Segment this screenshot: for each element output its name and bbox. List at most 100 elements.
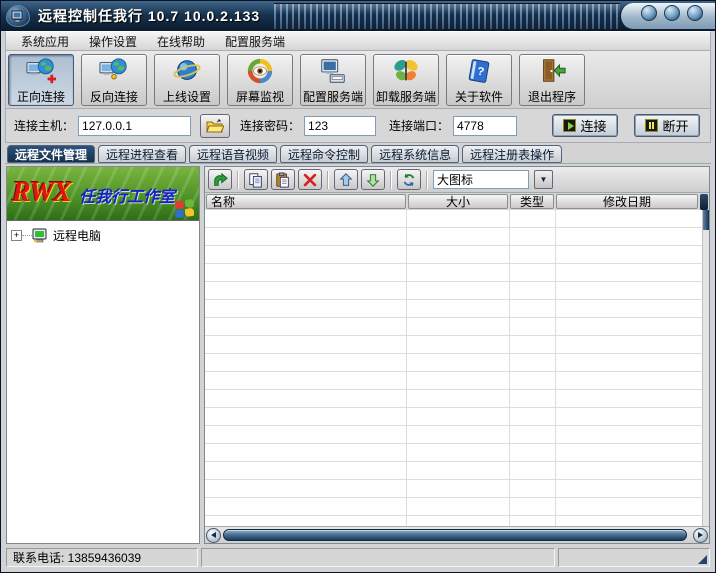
globe-ring-icon: [172, 55, 202, 87]
config-server-button[interactable]: 配置服务端: [300, 54, 366, 106]
caption-buttons: [620, 3, 715, 29]
toolbar-button-label: 屏幕监视: [236, 88, 284, 105]
column-header-type[interactable]: 类型: [510, 194, 554, 209]
exit-door-icon: [537, 55, 567, 87]
status-bar: 联系电话: 13859436039: [5, 546, 711, 568]
menu-help[interactable]: 在线帮助: [148, 31, 214, 52]
status-middle-panel: [201, 548, 555, 567]
upload-button[interactable]: [334, 169, 358, 190]
toolbar-button-label: 上线设置: [163, 88, 211, 105]
online-settings-button[interactable]: 上线设置: [154, 54, 220, 106]
view-mode-dropdown-button[interactable]: ▼: [534, 170, 553, 189]
toolbar-button-label: 正向连接: [17, 88, 65, 105]
screen-monitor-button[interactable]: 屏幕监视: [227, 54, 293, 106]
password-label: 连接密码：: [240, 117, 300, 134]
close-orb-icon[interactable]: [687, 5, 703, 21]
download-arrow-icon: [365, 172, 381, 188]
eye-ring-icon: [245, 55, 275, 87]
tab-remote-system-info[interactable]: 远程系统信息: [371, 145, 459, 163]
butterfly-icon: [391, 55, 421, 87]
connect-button[interactable]: 连接: [552, 114, 618, 137]
play-icon: [563, 119, 576, 132]
computer-globe-icon: [99, 55, 129, 87]
window-title: 远程控制任我行 10.7 10.0.2.133: [38, 6, 260, 26]
toolbar-separator: [237, 171, 239, 189]
menu-system[interactable]: 系统应用: [12, 31, 78, 52]
windows-logo-icon: [175, 199, 195, 220]
status-right-panel: [558, 548, 710, 567]
header-corner: [700, 194, 708, 210]
tab-remote-process-view[interactable]: 远程进程查看: [98, 145, 186, 163]
app-window: 远程控制任我行 10.7 10.0.2.133 系统应用 操作设置 在线帮助 配…: [0, 0, 716, 573]
toolbar-button-label: 配置服务端: [303, 88, 363, 105]
minimize-orb-icon[interactable]: [641, 5, 657, 21]
resize-grip-icon[interactable]: [698, 555, 707, 564]
scroll-right-button[interactable]: [693, 528, 708, 543]
paste-button[interactable]: [271, 169, 295, 190]
column-header-modified[interactable]: 修改日期: [556, 194, 698, 209]
titlebar-stripes: [274, 3, 620, 29]
copy-button[interactable]: [244, 169, 268, 190]
column-divider: [555, 210, 556, 526]
browse-host-button[interactable]: [200, 114, 230, 138]
pause-icon: [645, 119, 658, 132]
scroll-left-button[interactable]: [206, 528, 221, 543]
folder-up-button[interactable]: [208, 169, 232, 190]
column-header-size[interactable]: 大小: [408, 194, 508, 209]
delete-x-icon: [302, 172, 318, 188]
window-body: 系统应用 操作设置 在线帮助 配置服务端 正向连接: [1, 31, 715, 572]
refresh-icon: [401, 172, 417, 188]
refresh-button[interactable]: [397, 169, 421, 190]
view-mode-value: 大图标: [437, 171, 473, 188]
tab-remote-registry[interactable]: 远程注册表操作: [462, 145, 562, 163]
reverse-connect-button[interactable]: 反向连接: [81, 54, 147, 106]
download-button[interactable]: [361, 169, 385, 190]
column-divider: [509, 210, 510, 526]
file-toolbar: 大图标 ▼: [205, 167, 709, 193]
open-folder-icon: [206, 119, 224, 133]
port-input[interactable]: [453, 116, 517, 136]
upload-arrow-icon: [338, 172, 354, 188]
password-input[interactable]: [304, 116, 376, 136]
file-table-header: 名称 大小 类型 修改日期: [205, 193, 709, 210]
main-toolbar: 正向连接 反向连接: [5, 51, 711, 109]
column-divider: [406, 210, 407, 526]
tree-item-remote-computer[interactable]: + 远程电脑: [11, 227, 195, 244]
connection-bar: 连接主机： 连接密码： 连接端口： 连接 断开: [5, 109, 711, 143]
main-area: RWX 任我行工作室 +: [5, 164, 711, 546]
tab-remote-command-control[interactable]: 远程命令控制: [280, 145, 368, 163]
rwx-logo: RWX: [12, 177, 71, 209]
uninstall-server-button[interactable]: 卸载服务端: [373, 54, 439, 106]
disconnect-button[interactable]: 断开: [634, 114, 700, 137]
tree-expander-plus-icon[interactable]: +: [11, 230, 22, 241]
back-arrow-icon: [212, 172, 228, 188]
studio-name: 任我行工作室: [79, 183, 175, 207]
arrow-left-icon: [211, 532, 216, 538]
vertical-scrollbar-thumb[interactable]: [703, 210, 709, 230]
toolbar-button-label: 关于软件: [455, 88, 503, 105]
about-software-button[interactable]: ? 关于软件: [446, 54, 512, 106]
menu-config-server[interactable]: 配置服务端: [216, 31, 294, 52]
host-input[interactable]: [78, 116, 191, 136]
file-table-body[interactable]: [205, 210, 702, 526]
toolbar-button-label: 反向连接: [90, 88, 138, 105]
menu-operation[interactable]: 操作设置: [80, 31, 146, 52]
question-book-icon: ?: [464, 55, 494, 87]
remote-computer-icon: [32, 228, 49, 243]
maximize-orb-icon[interactable]: [664, 5, 680, 21]
tab-remote-audio-video[interactable]: 远程语音视频: [189, 145, 277, 163]
tab-remote-file-manager[interactable]: 远程文件管理: [7, 145, 95, 163]
vertical-scrollbar[interactable]: [702, 210, 709, 526]
title-bar: 远程控制任我行 10.7 10.0.2.133: [1, 1, 715, 31]
horizontal-scrollbar[interactable]: [205, 526, 709, 543]
computer-tree[interactable]: + 远程电脑: [7, 221, 199, 543]
file-panel: 大图标 ▼ 名称 大小 类型 修改日期: [204, 166, 710, 544]
column-header-name[interactable]: 名称: [206, 194, 406, 209]
paste-icon: [275, 172, 291, 188]
delete-button[interactable]: [298, 169, 322, 190]
view-mode-select[interactable]: 大图标: [433, 170, 529, 189]
horizontal-scrollbar-thumb[interactable]: [223, 529, 687, 541]
exit-program-button[interactable]: 退出程序: [519, 54, 585, 106]
forward-connect-button[interactable]: 正向连接: [8, 54, 74, 106]
port-label: 连接端口：: [389, 117, 449, 134]
